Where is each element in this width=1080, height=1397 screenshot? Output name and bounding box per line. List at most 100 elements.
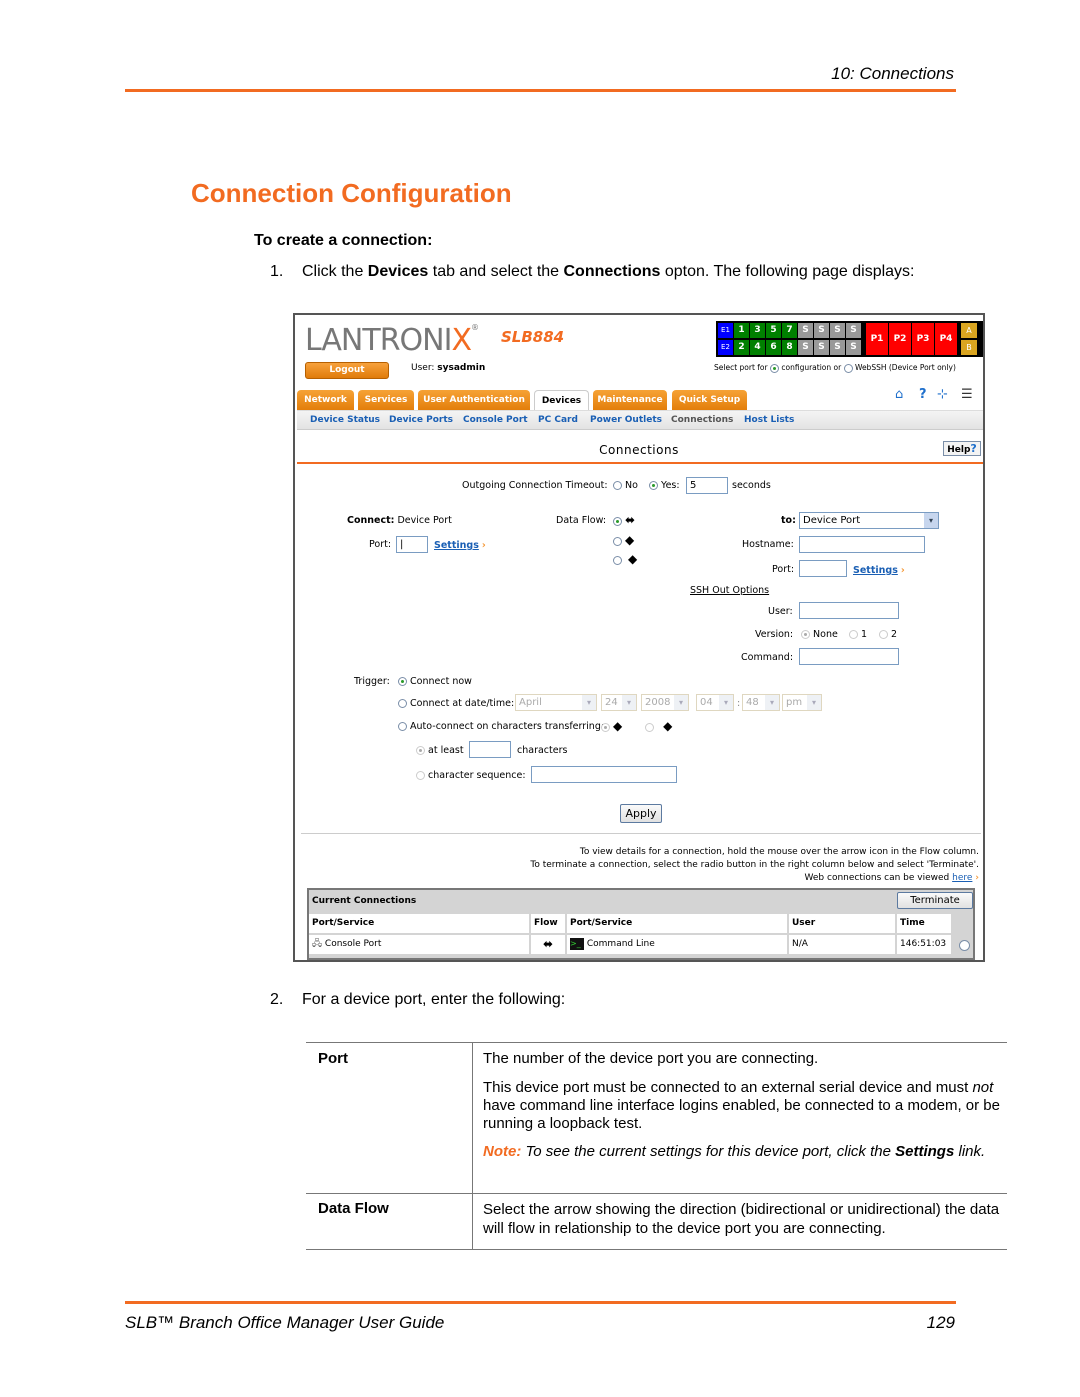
port-cell-3[interactable]: 3 [750,323,765,338]
auto-right-option[interactable]: ◆ [645,719,672,733]
port-cell-e1[interactable]: E1 [718,323,733,338]
subnav-power-outlets[interactable]: Power Outlets [590,415,662,425]
version-2-option[interactable]: 2 [879,629,897,640]
webssh-radio[interactable] [843,363,853,373]
ssh-user-label: User: [768,606,793,617]
hostname-label: Hostname: [742,539,794,550]
port-cell-5[interactable]: 5 [766,323,781,338]
timeout-no-option[interactable]: No [613,480,638,491]
power-cell-p1[interactable]: P1 [866,323,888,355]
port-cell-2[interactable]: 2 [734,340,749,355]
table-bottom-rule [306,1249,1007,1250]
port-cell-7[interactable]: 7 [782,323,797,338]
apply-button[interactable]: Apply [620,804,662,823]
configuration-radio[interactable] [769,363,779,373]
flow-right-option[interactable]: ◆ [613,552,637,566]
to-select[interactable]: Device Port ▾ [799,512,939,529]
port-cell-6[interactable]: 6 [766,340,781,355]
here-link[interactable]: here [952,873,972,883]
character-sequence-option[interactable]: character sequence: [416,770,526,781]
port-cell-s[interactable]: S [846,340,861,355]
minute-select[interactable]: 48 ▾ [742,694,780,711]
col-flow: Flow [531,914,565,933]
to-port-label: Port: [772,564,795,575]
lantronix-logo: LANTRONIX® [305,323,479,358]
tab-maintenance[interactable]: Maintenance [593,390,667,410]
tab-devices[interactable]: Devices [534,390,589,410]
auto-left-option[interactable]: ◆ [601,719,622,733]
terminate-button[interactable]: Terminate [897,892,973,909]
version-none-option[interactable]: None [801,629,838,640]
subnav-console-port[interactable]: Console Port [463,415,528,425]
help-icon[interactable]: ? [919,387,927,402]
at-least-option[interactable]: at least [416,745,464,756]
home-icon[interactable]: ⌂ [895,387,903,402]
at-least-input[interactable] [469,741,511,758]
trigger-connect-now-option[interactable]: Connect now [398,676,472,687]
definition-port: The number of the device port you are co… [483,1050,1003,1161]
day-select[interactable]: 24 ▾ [601,694,637,711]
tab-network[interactable]: Network [297,390,354,410]
port-cell-8[interactable]: 8 [782,340,797,355]
to-port-input[interactable] [799,560,847,577]
tab-user-authentication[interactable]: User Authentication [418,390,530,410]
subnav-device-ports[interactable]: Device Ports [389,415,453,425]
col-time: Time [897,914,951,933]
timeout-unit: seconds [732,480,771,491]
subnav-host-lists[interactable]: Host Lists [744,415,794,425]
ab-cell-b[interactable]: B [961,340,977,355]
power-cell-p3[interactable]: P3 [912,323,934,355]
power-cell-p4[interactable]: P4 [935,323,957,355]
ssh-command-input[interactable] [799,648,899,665]
timeout-yes-option[interactable]: Yes: [649,480,680,491]
current-connections-table: Current Connections Terminate Port/Servi… [307,888,975,960]
timeout-label: Outgoing Connection Timeout: [462,480,608,491]
ssh-user-input[interactable] [799,602,899,619]
port-cell-s[interactable]: S [846,323,861,338]
subnav-connections[interactable]: Connections [671,415,733,425]
character-sequence-input[interactable] [531,766,677,783]
power-cell-p2[interactable]: P2 [889,323,911,355]
sitemap-icon[interactable]: ⊹ [937,387,948,402]
to-settings-link[interactable]: Settings › [853,565,905,576]
tab-services[interactable]: Services [358,390,414,410]
port-settings-link[interactable]: Settings › [434,540,486,551]
term-port: Port [318,1050,348,1067]
timeout-seconds-input[interactable]: 5 [686,477,728,494]
month-select[interactable]: April ▾ [515,694,597,711]
port-cell-s[interactable]: S [798,323,813,338]
version-1-option[interactable]: 1 [849,629,867,640]
port-cell-4[interactable]: 4 [750,340,765,355]
console-port-icon: 🖧 [312,939,323,949]
ab-cell-a[interactable]: A [961,323,977,338]
trigger-date-time-option[interactable]: Connect at date/time: [398,698,514,709]
row-flow-icon[interactable]: ⬌ [531,935,565,954]
col-user: User [789,914,895,933]
procedure-title: To create a connection: [254,232,433,249]
hour-select[interactable]: 04 ▾ [696,694,734,711]
port-cell-s[interactable]: S [830,340,845,355]
port-cell-1[interactable]: 1 [734,323,749,338]
row-select-radio[interactable] [959,940,970,951]
ssh-version-label: Version: [755,629,794,640]
port-cell-s[interactable]: S [814,340,829,355]
logout-button[interactable]: Logout [305,362,389,379]
subnav-device-status[interactable]: Device Status [310,415,380,425]
menu-icon[interactable]: ☰ [961,387,973,402]
tab-quick-setup[interactable]: Quick Setup [672,390,747,410]
port-cell-s[interactable]: S [814,323,829,338]
flow-left-option[interactable]: ◆ [613,533,634,547]
subnav-pc-card[interactable]: PC Card [538,415,578,425]
device-port-input[interactable]: | [396,536,428,553]
port-cell-e2[interactable]: E2 [718,340,733,355]
help-button[interactable]: Help? [943,441,981,456]
command-line-icon: >_ [570,937,584,950]
flow-bidirectional-option[interactable]: ⬌ [613,513,635,527]
year-select[interactable]: 2008 ▾ [641,694,689,711]
hostname-input[interactable] [799,536,925,553]
port-cell-s[interactable]: S [830,323,845,338]
port-cell-s[interactable]: S [798,340,813,355]
step-text: Click the Devices tab and select the Con… [302,263,915,280]
trigger-auto-connect-option[interactable]: Auto-connect on characters transferring: [398,721,604,732]
ampm-select[interactable]: pm ▾ [782,694,822,711]
